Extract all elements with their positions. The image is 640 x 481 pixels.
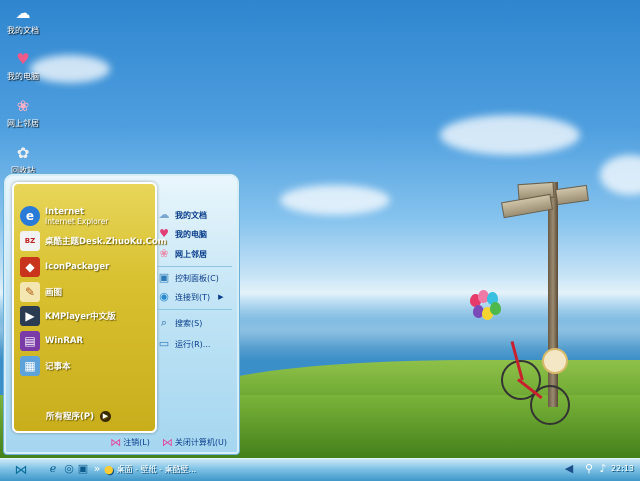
start-butterfly-icon: ⋈ xyxy=(14,462,28,478)
start-item-label: 记事本 xyxy=(45,362,71,372)
start-item-iconpackager[interactable]: ◆ IconPackager xyxy=(20,256,152,278)
start-right-my-documents[interactable]: ☁ 我的文档 xyxy=(157,208,208,222)
start-item-label: 画图 xyxy=(45,288,63,298)
balloon xyxy=(490,302,501,315)
desktop-icon-my-documents[interactable]: ☁ 我的文档 xyxy=(0,4,46,36)
taskbar: ⋈ ℯ ◎ ▣ » ● 桌面 - 壁纸 - 桌酷壁... ◀ ⚲ ♪ 22:13 xyxy=(0,458,640,481)
start-button[interactable]: ⋈ xyxy=(6,461,36,479)
start-right-label: 搜索(S) xyxy=(175,318,203,328)
start-right-label: 连接到(T) xyxy=(175,292,211,302)
start-right-connect-to[interactable]: ◉ 连接到(T) ▶ xyxy=(157,290,224,304)
quicklaunch-more-button[interactable]: » xyxy=(90,462,104,476)
start-right-control-panel[interactable]: ▣ 控制面板(C) xyxy=(157,271,219,285)
start-item-internet[interactable]: e Internet Internet Explorer xyxy=(20,202,152,230)
tray-volume-icon[interactable]: ♪ xyxy=(596,462,610,476)
all-programs-button[interactable]: 所有程序(P) ▶ xyxy=(46,410,111,422)
start-right-label: 我的文档 xyxy=(175,210,207,220)
folder-docs-icon: ☁ xyxy=(15,4,31,22)
start-right-label: 我的电脑 xyxy=(175,229,207,239)
start-right-network[interactable]: ❀ 网上邻居 xyxy=(157,247,207,261)
start-right-label: 运行(R)... xyxy=(175,339,211,349)
network-icon: ❀ xyxy=(159,247,169,260)
start-item-title: Internet xyxy=(45,206,85,217)
heart-computer-icon: ♥ xyxy=(159,227,169,240)
signpost-board xyxy=(500,193,554,219)
signpost-board xyxy=(555,184,589,206)
taskbar-window-label: 桌面 - 壁纸 - 桌酷壁... xyxy=(116,465,197,474)
kmplayer-icon: ▶ xyxy=(20,306,40,326)
search-icon: ⌕ xyxy=(160,316,168,329)
quicklaunch-show-desktop-icon[interactable]: ▣ xyxy=(76,462,90,476)
notepad-icon: ▦ xyxy=(20,356,40,376)
browser-window-icon: ● xyxy=(104,463,114,476)
winrar-icon: ▤ xyxy=(20,331,40,351)
start-right-label: 网上邻居 xyxy=(175,249,207,259)
paint-icon: ✎ xyxy=(20,282,40,302)
run-icon: ▭ xyxy=(158,337,170,350)
internet-explorer-icon: e xyxy=(20,206,40,226)
chevron-right-icon: ▶ xyxy=(218,293,224,301)
start-item-subtitle: Internet Explorer xyxy=(45,216,109,226)
desktop-icon-network[interactable]: ❀ 网上邻居 xyxy=(0,97,46,129)
start-item-notepad[interactable]: ▦ 记事本 xyxy=(20,355,152,377)
cloud xyxy=(280,185,390,215)
start-item-paint[interactable]: ✎ 画图 xyxy=(20,281,152,303)
taskbar-clock[interactable]: 22:13 xyxy=(611,464,634,473)
butterfly-shutdown-icon: ⋈ xyxy=(161,435,173,449)
shutdown-button[interactable]: ⋈ 关闭计算机(U) xyxy=(162,436,227,449)
start-item-label: 桌酷主题Desk.ZhuoKu.Com xyxy=(45,237,167,247)
start-menu-footer: ⋈ 注销(L) ⋈ 关闭计算机(U) xyxy=(4,430,239,454)
start-item-kmplayer[interactable]: ▶ KMPlayer中文版 xyxy=(20,305,152,327)
shutdown-label: 关闭计算机(U) xyxy=(174,437,227,447)
start-right-search[interactable]: ⌕ 搜索(S) xyxy=(157,316,202,330)
all-programs-label: 所有程序(P) xyxy=(46,412,94,422)
menu-separator xyxy=(157,309,232,310)
tray-expand-icon[interactable]: ◀ xyxy=(562,462,576,476)
desktop-icon-recycle-bin[interactable]: ✿ 回收站 xyxy=(0,144,46,176)
logoff-label: 注销(L) xyxy=(123,437,150,447)
start-item-zhuoku[interactable]: BZ 桌酷主题Desk.ZhuoKu.Com xyxy=(20,230,167,252)
tray-network-icon[interactable]: ⚲ xyxy=(582,462,596,476)
start-right-label: 控制面板(C) xyxy=(175,273,219,283)
cloud xyxy=(600,155,640,195)
chevron-right-icon: ▶ xyxy=(100,410,111,422)
desktop-icon-label: 我的电脑 xyxy=(7,72,39,81)
start-item-label: WinRAR xyxy=(45,336,84,346)
folder-docs-icon: ☁ xyxy=(158,208,170,221)
globe-icon: ◉ xyxy=(159,290,169,303)
desktop-icon-label: 网上邻居 xyxy=(7,119,39,128)
menu-separator xyxy=(157,266,232,267)
quicklaunch-ie-icon[interactable]: ℯ xyxy=(46,462,60,476)
straw-hat xyxy=(542,348,568,374)
start-item-winrar[interactable]: ▤ WinRAR xyxy=(20,330,152,352)
start-right-my-computer[interactable]: ♥ 我的电脑 xyxy=(157,227,207,241)
desktop-icon-my-computer[interactable]: ♥ 我的电脑 xyxy=(0,50,46,82)
logoff-button[interactable]: ⋈ 注销(L) xyxy=(110,436,150,449)
heart-computer-icon: ♥ xyxy=(16,50,30,68)
cloud xyxy=(440,115,580,155)
network-icon: ❀ xyxy=(16,97,30,115)
start-menu-programs-pane: e Internet Internet Explorer BZ 桌酷主题Desk… xyxy=(12,182,167,433)
quicklaunch-globe-icon[interactable]: ◎ xyxy=(62,462,76,476)
zhuoku-icon: BZ xyxy=(20,231,40,251)
start-item-label: KMPlayer中文版 xyxy=(45,312,116,322)
iconpackager-icon: ◆ xyxy=(20,257,40,277)
butterfly-logoff-icon: ⋈ xyxy=(110,435,122,449)
recycle-bin-icon: ✿ xyxy=(16,144,30,162)
start-item-label: IconPackager xyxy=(45,262,110,272)
taskbar-window-button[interactable]: ● 桌面 - 壁纸 - 桌酷壁... xyxy=(104,461,264,478)
start-right-run[interactable]: ▭ 运行(R)... xyxy=(157,337,211,351)
control-panel-icon: ▣ xyxy=(158,271,170,284)
start-menu: e Internet Internet Explorer BZ 桌酷主题Desk… xyxy=(3,173,240,455)
desktop-icon-label: 我的文档 xyxy=(7,26,39,35)
